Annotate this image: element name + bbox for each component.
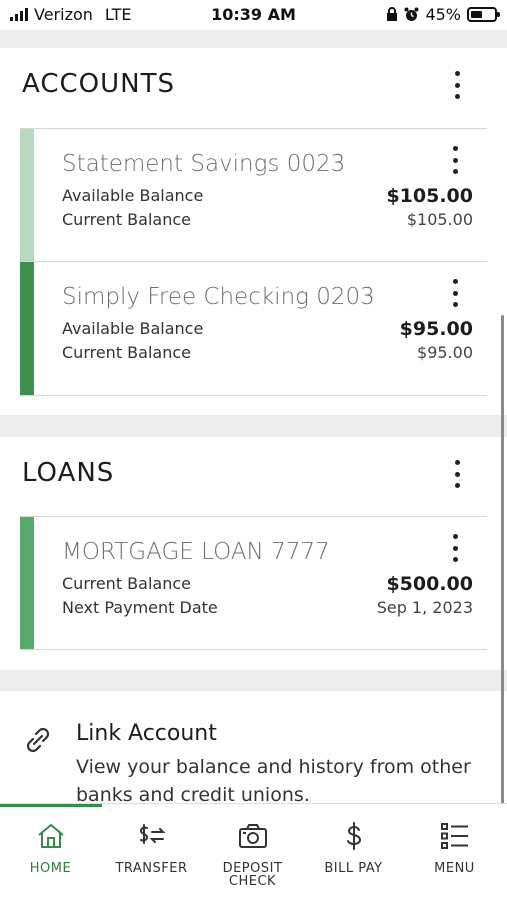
account-label: Available Balance (62, 186, 204, 205)
dollar-icon (346, 822, 361, 850)
account-available-balance: $95.00 (399, 318, 473, 340)
link-account-description: View your balance and history from other… (76, 756, 471, 806)
account-label: Current Balance (62, 343, 191, 362)
account-color-bar (20, 262, 34, 395)
tab-label: TRANSFER (115, 861, 188, 876)
account-label: Current Balance (62, 210, 191, 229)
tab-transfer[interactable]: TRANSFER (101, 804, 202, 900)
account-name: Statement Savings 0023 (62, 151, 346, 177)
account-row[interactable]: Simply Free Checking 0203 Available Bala… (20, 262, 487, 396)
account-name: Simply Free Checking 0203 (62, 284, 375, 310)
menu-icon (440, 823, 468, 849)
status-bar: Verizon LTE 10:39 AM 45% (0, 0, 507, 30)
account-current-balance: $105.00 (406, 210, 473, 229)
accounts-title: ACCOUNTS (22, 69, 175, 99)
loans-more-icon[interactable] (445, 457, 469, 491)
tab-menu[interactable]: MENU (404, 804, 505, 900)
battery-icon (467, 7, 500, 22)
account-color-bar (20, 129, 34, 261)
lock-icon (387, 7, 398, 21)
tab-bar: HOME TRANSFER DEPOSIT CHECK BILL PAY MEN… (0, 803, 507, 900)
account-available-balance: $105.00 (386, 185, 473, 207)
tab-deposit-check[interactable]: DEPOSIT CHECK (202, 804, 303, 900)
loan-current-balance: $500.00 (386, 573, 473, 595)
loan-next-payment-date: Sep 1, 2023 (376, 598, 473, 617)
account-more-icon[interactable] (443, 276, 467, 310)
tab-home[interactable]: HOME (0, 804, 101, 900)
transfer-icon (139, 824, 165, 844)
camera-icon (238, 824, 267, 848)
loan-name: MORTGAGE LOAN 7777 (62, 539, 330, 565)
battery-percent: 45% (425, 5, 461, 24)
loan-row[interactable]: MORTGAGE LOAN 7777 Current Balance $500.… (20, 516, 487, 650)
tab-label: MENU (434, 861, 475, 876)
account-more-icon[interactable] (443, 143, 467, 177)
home-icon (37, 823, 64, 848)
link-account-card[interactable]: Link Account View your balance and histo… (0, 691, 507, 806)
loan-label: Current Balance (62, 574, 191, 593)
link-icon (26, 727, 50, 753)
loan-label: Next Payment Date (62, 598, 218, 617)
account-current-balance: $95.00 (417, 343, 473, 362)
tab-label: DEPOSIT CHECK (222, 861, 283, 889)
tab-label: BILL PAY (324, 861, 383, 876)
loans-card: LOANS MORTGAGE LOAN 7777 Current Balance… (0, 437, 507, 670)
alarm-icon (404, 7, 419, 21)
loan-more-icon[interactable] (443, 531, 467, 565)
accounts-more-icon[interactable] (445, 68, 469, 102)
scrollbar[interactable] (501, 315, 504, 820)
account-row[interactable]: Statement Savings 0023 Available Balance… (20, 128, 487, 262)
tab-label: HOME (29, 861, 72, 876)
loans-title: LOANS (22, 458, 115, 488)
tab-bill-pay[interactable]: BILL PAY (303, 804, 404, 900)
loan-color-bar (20, 517, 34, 649)
account-label: Available Balance (62, 319, 204, 338)
link-account-title: Link Account (76, 721, 217, 746)
accounts-card: ACCOUNTS Statement Savings 0023 Availabl… (0, 48, 507, 415)
